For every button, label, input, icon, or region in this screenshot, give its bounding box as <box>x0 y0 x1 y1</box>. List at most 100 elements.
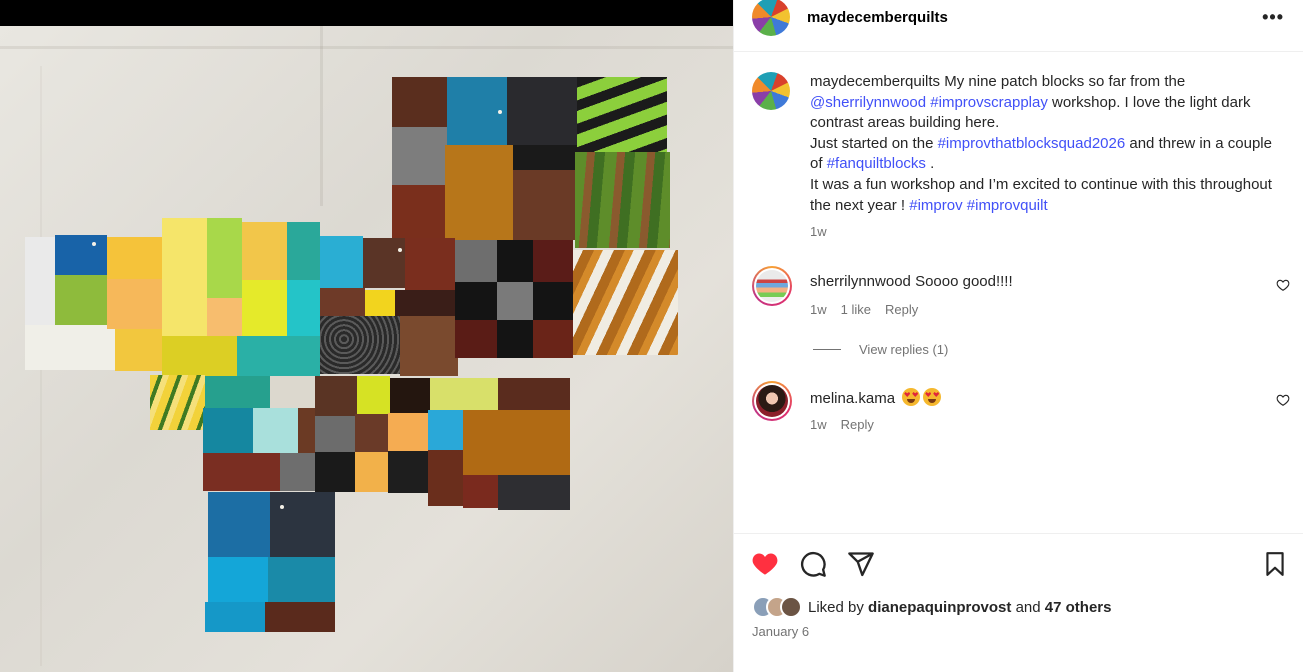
commenter-username[interactable]: melina.kama <box>810 390 895 407</box>
quilt-patch <box>445 145 513 240</box>
comment-text: sherrilynnwood Soooo good!!!! <box>810 273 1013 290</box>
quilt-patch <box>357 376 390 414</box>
caption-segment: . <box>925 155 935 173</box>
quilt-patch <box>253 408 298 453</box>
mention-sherrilynnwood[interactable]: @sherrilynnwood <box>810 94 926 111</box>
quilt-patch <box>533 282 573 320</box>
quilt-patch <box>315 376 357 416</box>
quilt-patch <box>287 222 320 280</box>
quilt-patch <box>455 320 497 358</box>
quilt-patch <box>363 238 405 288</box>
quilt-patch <box>507 77 577 145</box>
commenter-avatar[interactable] <box>752 381 792 421</box>
quilt-patch <box>405 238 455 290</box>
quilt-patch <box>392 127 447 185</box>
comment-icon[interactable] <box>799 550 827 578</box>
hashtag-improv[interactable]: #improv <box>909 197 962 214</box>
fabric-fold <box>0 46 733 49</box>
comment-like-heart-icon[interactable] <box>1276 393 1290 407</box>
quilt-patch <box>280 453 315 491</box>
commenter-avatar[interactable] <box>752 266 792 306</box>
hashtag-improvscrapplay[interactable]: #improvscrapplay <box>930 94 1048 111</box>
quilt-patch <box>365 290 395 316</box>
quilt-patch <box>392 77 447 127</box>
quilt-patch <box>455 282 497 320</box>
liked-by-others[interactable]: 47 others <box>1045 599 1112 616</box>
heart-filled-icon[interactable] <box>751 550 779 578</box>
quilt-patch <box>498 475 570 510</box>
hashtag-improvquilt[interactable]: #improvquilt <box>967 197 1048 214</box>
quilt-patch <box>55 235 107 275</box>
action-bar <box>751 550 875 578</box>
view-replies-label[interactable]: View replies (1) <box>859 342 948 357</box>
caption-time: 1w <box>810 224 827 239</box>
caption-username[interactable]: maydecemberquilts <box>810 73 940 90</box>
comment-meta: 1w 1 like Reply <box>810 302 918 317</box>
liker-avatars[interactable] <box>752 596 802 618</box>
quilt-patch <box>320 316 400 374</box>
author-username[interactable]: maydecemberquilts <box>807 9 948 26</box>
quilt-patch <box>320 288 365 316</box>
more-options-icon[interactable]: ••• <box>1262 7 1284 28</box>
hashtag-fanquiltblocks[interactable]: #fanquiltblocks <box>827 155 926 172</box>
photo-top-bar <box>0 0 733 26</box>
quilt-patch <box>162 336 237 376</box>
comment-time: 1w <box>810 417 827 432</box>
liked-by-user[interactable]: dianepaquinprovost <box>868 599 1011 616</box>
comment-likes-count[interactable]: 1 like <box>841 302 871 317</box>
quilt-patch <box>203 408 253 453</box>
quilt-patch <box>513 145 577 170</box>
quilt-patch <box>395 290 455 316</box>
quilt-patch <box>107 237 162 279</box>
pin <box>92 242 96 246</box>
quilt-patch <box>355 452 388 492</box>
reply-button[interactable]: Reply <box>885 302 918 317</box>
comment: sherrilynnwood Soooo good!!!! 1w 1 like … <box>752 266 1292 326</box>
quilt-patch <box>388 413 430 451</box>
post-actions-section: Liked by dianepaquinprovost and 47 other… <box>734 533 1303 672</box>
quilt-patch <box>107 279 162 329</box>
quilt-patch <box>400 316 458 376</box>
caption-text: maydecemberquilts My nine patch blocks s… <box>810 72 1280 216</box>
quilt-patch <box>533 240 573 282</box>
quilt-patch <box>497 320 533 358</box>
reply-button[interactable]: Reply <box>841 417 874 432</box>
quilt-patch <box>265 602 335 632</box>
author-avatar[interactable] <box>752 0 790 36</box>
share-icon[interactable] <box>847 550 875 578</box>
quilt-patch <box>242 280 287 336</box>
quilt-patch <box>162 218 207 336</box>
comment-like-heart-icon[interactable] <box>1276 278 1290 292</box>
post-panel: maydecemberquilts ••• maydecemberquilts … <box>733 0 1303 672</box>
caption-avatar[interactable] <box>752 72 790 110</box>
quilt-patch <box>430 378 498 410</box>
quilt-patch <box>513 170 577 240</box>
quilt-patch <box>208 557 268 602</box>
quilt-patch <box>270 376 315 408</box>
hashtag-improvthatblocksquad2026[interactable]: #improvthatblocksquad2026 <box>938 135 1126 152</box>
view-replies-button[interactable]: View replies (1) <box>813 342 948 357</box>
quilt-patch <box>115 329 165 371</box>
quilt-patch <box>498 378 570 410</box>
comment-body: Soooo good!!!! <box>915 273 1013 290</box>
quilt-patch <box>455 240 497 282</box>
fan-block <box>577 77 667 152</box>
pin <box>280 505 284 509</box>
quilt-patch <box>205 376 270 408</box>
post-photo[interactable] <box>0 0 733 672</box>
post-header: maydecemberquilts ••• <box>734 0 1303 52</box>
caption-segment: My nine patch blocks so far from the <box>940 73 1186 90</box>
heart-eyes-emoji-icon <box>923 388 942 406</box>
liked-by-and: and <box>1015 598 1041 616</box>
quilt-patch <box>203 453 280 491</box>
fan-block <box>150 375 205 430</box>
commenter-username[interactable]: sherrilynnwood <box>810 273 911 290</box>
post-date[interactable]: January 6 <box>752 624 809 639</box>
quilt-patch <box>320 236 363 288</box>
quilt-patch <box>392 185 447 240</box>
caption-segment: Just started on the <box>810 134 938 152</box>
quilt-patch <box>355 414 388 452</box>
comment: melina.kama 1w Reply <box>752 381 1292 441</box>
quilt-patch <box>242 222 287 280</box>
bookmark-icon[interactable] <box>1262 551 1288 577</box>
